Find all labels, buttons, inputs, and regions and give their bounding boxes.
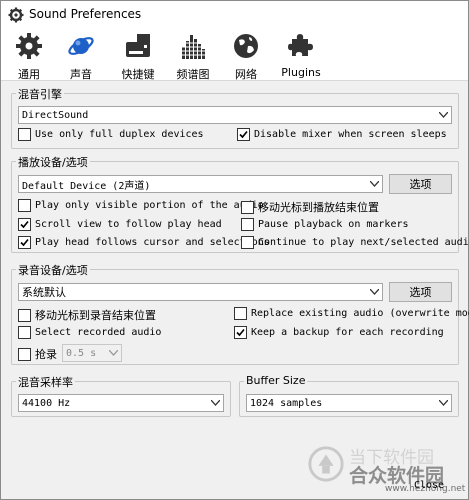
sample-rate-select[interactable]: 44100 Hz (18, 394, 224, 412)
chevron-down-icon (370, 181, 379, 187)
tab-spectrogram-label: 频谱图 (176, 68, 210, 81)
recording-option-label: Keep a backup for each recording (251, 327, 444, 338)
checkbox-box (18, 347, 31, 361)
playback-option-visible-portion[interactable]: Play only visible portion of the audio (18, 199, 264, 212)
full-duplex-checkbox[interactable]: Use only full duplex devices (18, 128, 204, 141)
gear-icon (14, 31, 44, 64)
tab-plugins[interactable]: Plugins (281, 31, 321, 79)
checkbox-box (18, 128, 31, 141)
puzzle-piece-icon (286, 31, 316, 64)
recording-device-value: 系统默认 (22, 286, 66, 299)
playback-device-value: Default Device (2声道) (22, 180, 151, 192)
playback-option-label: 移动光标到播放结束位置 (258, 201, 379, 214)
title-bar: Sound Preferences (1, 1, 468, 29)
sound-preferences-window: Sound Preferences 通用 声音 快捷键 频谱图 网络 Plugi… (0, 0, 469, 500)
mixer-engine-select[interactable]: DirectSound (18, 106, 452, 124)
disable-mixer-checkbox[interactable]: Disable mixer when screen sleeps (237, 128, 447, 141)
disable-mixer-label: Disable mixer when screen sleeps (254, 129, 447, 140)
playback-option-label: Continue to play next/selected audio (258, 237, 469, 248)
app-gear-icon (8, 7, 24, 23)
playback-option-continue-next[interactable]: Continue to play next/selected audio (241, 236, 469, 249)
recording-title: 录音设备/选项 (16, 262, 90, 278)
checkmark-icon (20, 238, 29, 247)
tab-sound[interactable]: 声音 (65, 31, 97, 81)
window-title: Sound Preferences (29, 7, 142, 21)
keyboard-icon (123, 31, 153, 64)
chevron-down-icon (439, 112, 448, 118)
checkmark-icon (239, 130, 248, 139)
recording-options-button[interactable]: 选项 (389, 282, 452, 302)
playback-option-label: Play only visible portion of the audio (35, 200, 264, 211)
spectrogram-icon (178, 31, 208, 64)
recording-option-label: Replace existing audio (overwrite mode) (251, 308, 469, 319)
tab-shortcuts[interactable]: 快捷键 (118, 31, 158, 81)
checkbox-box (241, 218, 254, 231)
tab-plugins-label: Plugins (281, 66, 321, 79)
checkbox-box (241, 236, 254, 249)
buffer-size-value: 1024 samples (250, 397, 323, 409)
checkbox-box (237, 128, 250, 141)
sample-rate-value: 44100 Hz (22, 397, 71, 409)
preroll-checkbox[interactable]: 抢录 (18, 346, 57, 362)
preroll-label: 抢录 (35, 348, 57, 361)
satellite-planet-icon (66, 31, 96, 64)
checkbox-box (234, 307, 247, 320)
preroll-duration-value: 0.5 s (66, 347, 97, 359)
checkmark-icon (236, 328, 245, 337)
preferences-toolbar: 通用 声音 快捷键 频谱图 网络 Plugins (1, 29, 468, 81)
recording-option-label: Select recorded audio (35, 327, 162, 338)
chevron-down-icon (370, 289, 379, 295)
checkbox-box (18, 236, 31, 249)
tab-spectrogram[interactable]: 频谱图 (173, 31, 213, 81)
playback-title: 播放设备/选项 (16, 154, 90, 170)
chevron-down-icon (109, 350, 118, 356)
sample-rate-title: 混音采样率 (16, 374, 75, 390)
recording-option-select-recorded[interactable]: Select recorded audio (18, 326, 161, 339)
playback-option-label: Pause playback on markers (258, 219, 409, 230)
checkbox-box (234, 326, 247, 339)
tab-network-label: 网络 (235, 68, 257, 81)
recording-option-label: 移动光标到录音结束位置 (35, 309, 156, 322)
chevron-down-icon (211, 400, 220, 406)
playback-option-move-cursor-end[interactable]: 移动光标到播放结束位置 (241, 199, 379, 215)
mixer-engine-value: DirectSound (22, 109, 89, 121)
recording-option-move-cursor-end[interactable]: 移动光标到录音结束位置 (18, 307, 156, 323)
checkbox-box (18, 199, 31, 212)
playback-option-pause-markers[interactable]: Pause playback on markers (241, 218, 409, 231)
checkbox-box (241, 200, 254, 214)
buffer-size-select[interactable]: 1024 samples (246, 394, 452, 412)
playback-device-select[interactable]: Default Device (2声道) (18, 175, 383, 193)
close-button[interactable]: Close (405, 479, 453, 491)
checkbox-box (18, 326, 31, 339)
recording-device-select[interactable]: 系统默认 (18, 283, 383, 301)
globe-network-icon (231, 31, 261, 64)
checkbox-box (18, 218, 31, 231)
full-duplex-label: Use only full duplex devices (35, 129, 204, 140)
playback-option-label: Play head follows cursor and selections (35, 237, 270, 248)
tab-sound-label: 声音 (70, 68, 92, 81)
tab-shortcuts-label: 快捷键 (121, 68, 155, 81)
playback-option-label: Scroll view to follow play head (35, 219, 222, 230)
playback-options-button[interactable]: 选项 (389, 174, 452, 194)
checkbox-box (18, 308, 31, 322)
chevron-down-icon (439, 400, 448, 406)
checkmark-icon (20, 220, 29, 229)
buffer-size-title: Buffer Size (244, 374, 308, 387)
recording-option-overwrite[interactable]: Replace existing audio (overwrite mode) (234, 307, 469, 320)
playback-option-scroll-follow[interactable]: Scroll view to follow play head (18, 218, 222, 231)
tab-general-label: 通用 (18, 68, 40, 81)
recording-option-keep-backup[interactable]: Keep a backup for each recording (234, 326, 444, 339)
mixer-engine-title: 混音引擎 (16, 86, 64, 102)
playback-option-head-follows-cursor[interactable]: Play head follows cursor and selections (18, 236, 270, 249)
preroll-duration-select[interactable]: 0.5 s (62, 344, 122, 362)
tab-general[interactable]: 通用 (13, 31, 45, 81)
tab-network[interactable]: 网络 (230, 31, 262, 81)
watermark-badge-icon (308, 446, 344, 482)
